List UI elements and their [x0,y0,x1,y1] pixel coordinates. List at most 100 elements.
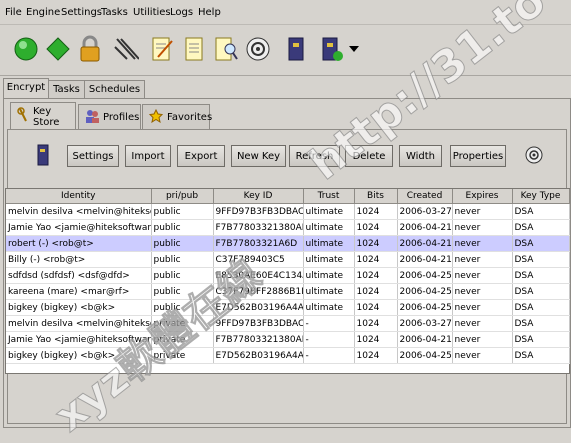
menu-logs[interactable]: Logs [170,7,193,18]
table-cell: private [151,347,214,364]
search-document-icon[interactable] [210,31,242,67]
table-row[interactable]: melvin desilva <melvin@hiteksoftware...p… [6,315,570,332]
table-cell: Billy (-) <rob@t> [6,251,152,268]
table-cell: public [151,283,214,300]
edit-document-icon[interactable] [146,31,178,67]
table-cell: ultimate [303,235,355,252]
column-header-key-type[interactable]: Key Type [512,189,570,204]
table-header-row: Identity pri/pub Key ID Trust Bits Creat… [6,189,570,204]
tab-schedules[interactable]: Schedules [84,80,145,99]
table-cell: 1024 [354,267,398,284]
settings-button[interactable]: Settings [67,145,119,167]
table-cell: C37F789403C5 [213,251,304,268]
refresh-button[interactable]: Refresh [289,145,340,167]
table-cell: ultimate [303,203,355,220]
table-cell: ultimate [303,299,355,316]
export-button[interactable]: Export [177,145,225,167]
disc-button-icon[interactable] [524,145,544,168]
table-row[interactable]: Jamie Yao <jamie@hiteksoftware.co...priv… [6,331,570,348]
table-cell: 1024 [354,347,398,364]
column-header-expires[interactable]: Expires [452,189,513,204]
column-header-created[interactable]: Created [397,189,453,204]
menu-utilities[interactable]: Utilities [133,7,171,18]
table-cell: DSA [512,235,570,252]
tab-profiles[interactable]: Profiles [78,104,141,129]
table-cell: bigkey (bigkey) <b@k> [6,347,152,364]
menu-settings[interactable]: Settings [61,7,102,18]
key-table-grid: Identity pri/pub Key ID Trust Bits Creat… [6,189,570,364]
dropdown-arrow-icon[interactable] [344,31,364,67]
table-row[interactable]: bigkey (bigkey) <b@k> private E7D562B03196… [6,347,570,364]
column-header-trust[interactable]: Trust [303,189,355,204]
column-header-bits[interactable]: Bits [354,189,398,204]
table-cell: 2006-04-21 [397,331,453,348]
table-cell: ultimate [303,219,355,236]
menu-help[interactable]: Help [198,7,221,18]
tab-key-store-label: Key Store [33,105,60,128]
table-cell: never [452,299,513,316]
table-cell: robert (-) <rob@t> [6,235,152,252]
table-cell: public [151,299,214,316]
start-icon[interactable] [10,31,42,67]
table-cell: 1024 [354,203,398,220]
table-cell: private [151,331,214,348]
main-tabs: Encrypt Tasks Schedules [0,76,571,100]
table-cell: private [151,315,214,332]
import-button[interactable]: Import [125,145,171,167]
table-cell: 1024 [354,299,398,316]
table-cell: E8530AE60E4C134A [213,267,304,284]
menu-file[interactable]: File [5,7,22,18]
key-table: Identity pri/pub Key ID Trust Bits Creat… [5,188,570,374]
table-cell: DSA [512,219,570,236]
column-header-identity[interactable]: Identity [6,189,152,204]
table-cell: bigkey (bigkey) <b@k> [6,299,152,316]
delete-button[interactable]: Delete [345,145,393,167]
link-icon[interactable] [110,31,142,67]
table-cell: 1024 [354,283,398,300]
table-cell: public [151,251,214,268]
lock-icon[interactable] [74,31,106,67]
diamond-icon[interactable] [42,31,74,67]
table-cell: DSA [512,331,570,348]
table-cell: 1024 [354,219,398,236]
table-row[interactable]: robert (-) <rob@t> public F7B77803321A6D ul… [6,235,570,252]
table-cell: - [303,347,355,364]
users-icon [85,108,99,127]
table-cell: 1024 [354,251,398,268]
tab-profiles-label: Profiles [103,111,140,123]
table-cell: kareena (mare) <mar@rf> [6,283,152,300]
book-icon[interactable] [280,31,312,67]
table-cell: never [452,219,513,236]
table-cell: DSA [512,251,570,268]
column-header-key-id[interactable]: Key ID [213,189,304,204]
new-key-button[interactable]: New Key [231,145,286,167]
tab-key-store[interactable]: Key Store [10,102,76,130]
table-cell: melvin desilva <melvin@hiteksoftware... [6,315,152,332]
menu-tasks[interactable]: Tasks [101,7,128,18]
column-header-pri-pub[interactable]: pri/pub [151,189,214,204]
table-row[interactable]: Billy (-) <rob@t> public C37F789403C5 ultim… [6,251,570,268]
table-cell: Jamie Yao <jamie@hiteksoftware.co... [6,219,152,236]
document-icon[interactable] [178,31,210,67]
table-cell: 2006-04-25 [397,299,453,316]
table-row[interactable]: melvin desilva <melvin@hiteksoftware...p… [6,203,570,220]
table-cell: 2006-04-25 [397,267,453,284]
tab-tasks[interactable]: Tasks [48,80,85,99]
width-button[interactable]: Width [399,145,442,167]
table-cell: never [452,347,513,364]
table-cell: 2006-04-21 [397,219,453,236]
table-row[interactable]: sdfdsd (sdfdsf) <dsf@dfd> public E8530AE60… [6,267,570,284]
properties-button[interactable]: Properties [450,145,506,167]
tab-encrypt[interactable]: Encrypt [3,78,49,100]
table-cell: DSA [512,299,570,316]
table-cell: F7B77803321380AF [213,219,304,236]
table-row[interactable]: Jamie Yao <jamie@hiteksoftware.co...publ… [6,219,570,236]
table-row[interactable]: kareena (mare) <mar@rf> public C37F79BFF28… [6,283,570,300]
table-cell: 1024 [354,315,398,332]
table-row[interactable]: bigkey (bigkey) <b@k> public E7D562B03196A… [6,299,570,316]
disc-icon[interactable] [242,31,274,67]
table-cell: never [452,283,513,300]
menu-engine[interactable]: Engine [26,7,60,18]
tab-favorites[interactable]: Favorites [142,104,212,129]
table-cell: never [452,315,513,332]
